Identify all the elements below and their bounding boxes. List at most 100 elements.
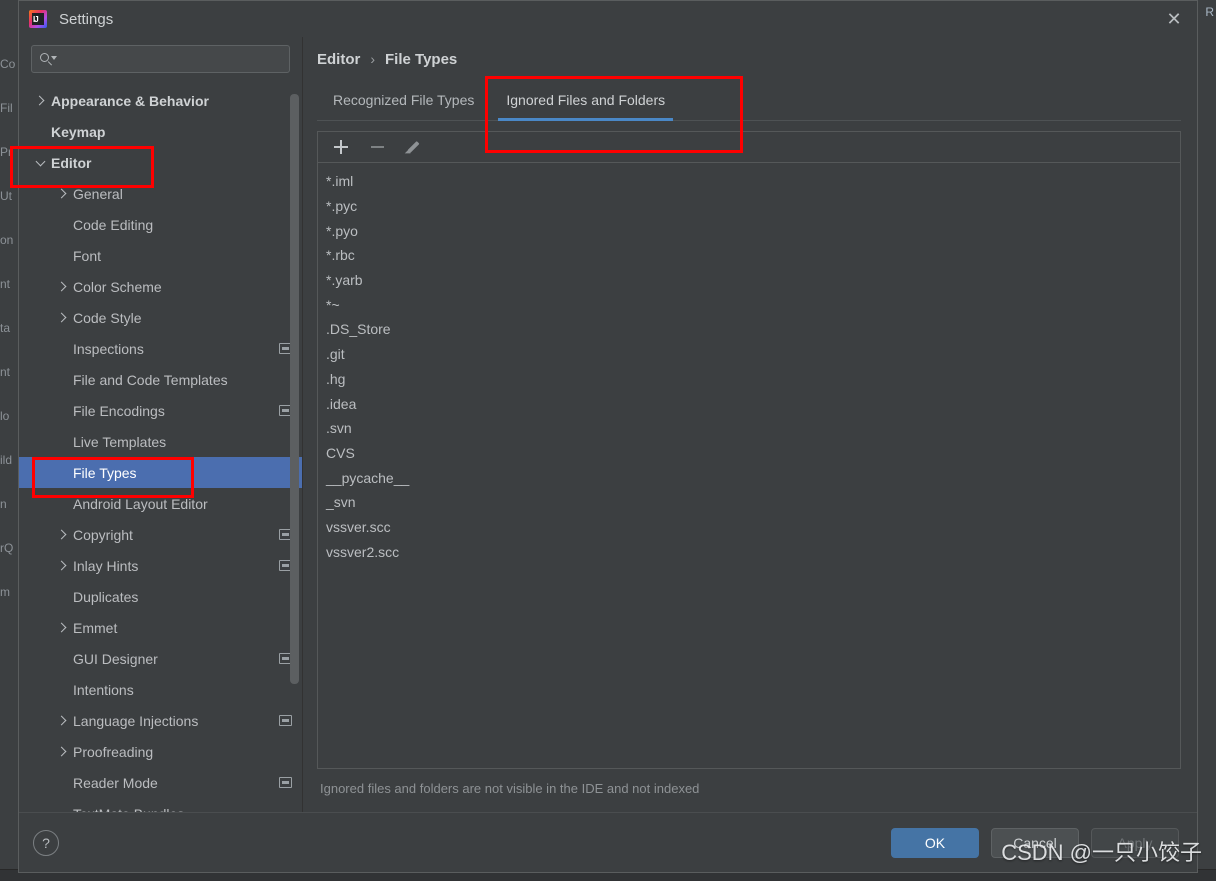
chevron-right-icon[interactable] [55,188,69,199]
list-item[interactable]: *.rbc [318,243,1180,268]
list-item[interactable]: __pycache__ [318,465,1180,490]
dialog-titlebar: IJ Settings ✕ [19,1,1197,37]
sidebar-item-gui-designer[interactable]: GUI Designer [19,643,302,674]
sidebar-item-intentions[interactable]: Intentions [19,674,302,705]
search-input[interactable] [58,51,281,67]
list-item[interactable]: .svn [318,416,1180,441]
ignored-patterns-list[interactable]: *.iml *.pyc *.pyo *.rbc *.yarb *~ .DS_Store .gi… [317,162,1181,769]
sidebar-item-file-encodings[interactable]: File Encodings [19,395,302,426]
sidebar-item-file-and-code-templates[interactable]: File and Code Templates [19,364,302,395]
sidebar-item-label: Keymap [51,123,106,140]
list-item[interactable]: _svn [318,490,1180,515]
background-text-fragment: lo [0,410,10,423]
list-item[interactable]: .DS_Store [318,317,1180,342]
sidebar-item-label: Appearance & Behavior [51,92,209,109]
background-text-fragment: rQ [0,542,14,555]
list-hint-text: Ignored files and folders are not visibl… [320,781,700,796]
list-item[interactable]: vssver.scc [318,515,1180,540]
list-item[interactable]: .idea [318,391,1180,416]
sidebar-item-keymap[interactable]: Keymap [19,116,302,147]
search-icon [40,52,58,66]
sidebar-item-label: Intentions [73,681,134,698]
file-types-tabs: Recognized File Types Ignored Files and F… [317,81,1181,121]
search-container [19,37,302,83]
sidebar-item-label: Android Layout Editor [73,495,208,512]
list-item[interactable]: CVS [318,441,1180,466]
remove-pattern-button[interactable] [362,134,392,160]
chevron-down-icon[interactable] [33,156,47,166]
sidebar-item-proofreading[interactable]: Proofreading [19,736,302,767]
background-text-fragment: m [0,586,10,599]
sidebar-item-language-injections[interactable]: Language Injections [19,705,302,736]
sidebar-item-duplicates[interactable]: Duplicates [19,581,302,612]
sidebar-item-android-layout-editor[interactable]: Android Layout Editor [19,488,302,519]
background-text-fragment: R [1205,5,1214,19]
edit-pattern-button[interactable] [398,134,428,160]
sidebar-item-inspections[interactable]: Inspections [19,333,302,364]
sidebar-item-live-templates[interactable]: Live Templates [19,426,302,457]
list-item[interactable]: *.iml [318,169,1180,194]
sidebar-item-emmet[interactable]: Emmet [19,612,302,643]
tab-ignored-files-and-folders[interactable]: Ignored Files and Folders [490,80,681,121]
background-left-strip: Co Fil Pr Ut on nt ta nt lo ild n rQ m [0,0,18,881]
chevron-right-icon[interactable] [55,312,69,323]
help-button[interactable]: ? [33,829,59,856]
sidebar-item-appearance-behavior[interactable]: Appearance & Behavior [19,85,302,116]
background-text-fragment: Pr [0,146,12,159]
background-text-fragment: nt [0,366,11,379]
sidebar-item-label: Copyright [73,526,133,543]
chevron-right-icon[interactable] [55,281,69,292]
sidebar-item-editor[interactable]: Editor [19,147,302,178]
sidebar-scrollbar[interactable] [290,83,299,812]
settings-tree-items: Appearance & Behavior Keymap Editor General… [19,85,302,812]
sidebar-item-label: Code Editing [73,216,154,233]
settings-tree: Appearance & Behavior Keymap Editor General… [19,83,302,812]
sidebar-item-inlay-hints[interactable]: Inlay Hints [19,550,302,581]
chevron-right-icon[interactable] [55,560,69,571]
sidebar-scrollbar-thumb[interactable] [290,93,299,685]
list-item[interactable]: .git [318,342,1180,367]
sidebar-item-label: Code Style [73,309,142,326]
tab-recognized-file-types[interactable]: Recognized File Types [317,80,490,120]
sidebar-item-reader-mode[interactable]: Reader Mode [19,767,302,798]
sidebar-item-code-editing[interactable]: Code Editing [19,209,302,240]
chevron-right-icon[interactable] [55,746,69,757]
sidebar-item-label: Inspections [73,340,144,357]
list-item[interactable]: *~ [318,292,1180,317]
sidebar-item-textmate-bundles[interactable]: TextMate Bundles [19,798,302,813]
sidebar-item-label: File Encodings [73,402,165,419]
list-item[interactable]: vssver2.scc [318,539,1180,564]
breadcrumb: Editor › File Types [317,37,1181,81]
chevron-right-icon[interactable] [55,622,69,633]
list-item[interactable]: *.pyo [318,218,1180,243]
add-pattern-button[interactable] [326,134,356,160]
sidebar-item-code-style[interactable]: Code Style [19,302,302,333]
chevron-right-icon[interactable] [33,95,47,106]
sidebar-item-label: Color Scheme [73,278,162,295]
screen-root: Co Fil Pr Ut on nt ta nt lo ild n rQ m R IJ Settings… [0,0,1216,881]
sidebar-item-general[interactable]: General [19,178,302,209]
sidebar-item-label: Reader Mode [73,774,158,791]
background-text-fragment: ild [0,454,13,467]
background-text-fragment: Co [0,58,16,71]
close-icon[interactable]: ✕ [1151,1,1197,37]
sidebar-item-copyright[interactable]: Copyright [19,519,302,550]
list-item[interactable]: *.yarb [318,268,1180,293]
sidebar-item-file-types[interactable]: File Types [19,457,302,488]
chevron-right-icon[interactable] [55,529,69,540]
list-toolbar [317,131,1181,162]
settings-sidebar: Appearance & Behavior Keymap Editor General… [19,37,303,812]
breadcrumb-parent[interactable]: Editor [317,51,360,68]
sidebar-item-label: Proofreading [73,743,154,760]
sidebar-item-label: Live Templates [73,433,167,450]
sidebar-item-color-scheme[interactable]: Color Scheme [19,271,302,302]
sidebar-item-font[interactable]: Font [19,240,302,271]
sidebar-item-label: File and Code Templates [73,371,228,388]
intellij-idea-logo-icon: IJ [29,10,47,28]
list-item[interactable]: .hg [318,367,1180,392]
sidebar-item-label: Font [73,247,102,264]
list-item[interactable]: *.pyc [318,194,1180,219]
ok-button[interactable]: OK [891,827,979,858]
search-box[interactable] [31,45,290,73]
chevron-right-icon[interactable] [55,715,69,726]
